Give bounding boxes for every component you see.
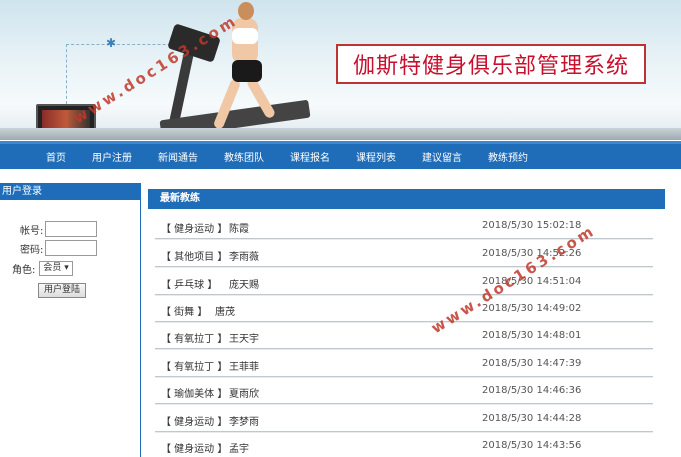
coach-name[interactable]: 王天宇 [229, 330, 259, 345]
coach-category: 【 健身运动 】 [161, 417, 228, 428]
role-row: 角色: 会员 ▾ [0, 261, 141, 276]
coach-row[interactable]: 【 健身运动 】 孟宇 2018/5/30 14:43:56 [155, 432, 653, 457]
password-row: 密码: [0, 240, 141, 256]
coach-name[interactable]: 王菲菲 [229, 358, 259, 373]
banner-floor [0, 128, 681, 140]
site-title: 伽斯特健身俱乐部管理系统 [352, 54, 629, 79]
banner-dashed-line-vertical [66, 44, 67, 104]
main-nav: 首页 用户注册 新闻通告 教练团队 课程报名 课程列表 建议留言 教练预约 [0, 141, 681, 169]
latest-coaches-header: 最新教练 [148, 189, 665, 209]
banner: ✱ 伽斯特健身俱乐部管理系统 [0, 0, 681, 140]
coach-date: 2018/5/30 14:49:02 [482, 303, 582, 314]
coach-date: 2018/5/30 14:48:01 [482, 330, 582, 341]
nav-item-course-signup[interactable]: 课程报名 [290, 149, 330, 164]
coach-row[interactable]: 【 瑜伽美体 】 夏雨欣 2018/5/30 14:46:36 [155, 377, 653, 404]
coach-name[interactable]: 李梦雨 [229, 413, 259, 428]
coach-category: 【 乒乓球 】 [161, 280, 218, 291]
latest-coaches-panel: 最新教练 【 健身运动 】 陈霞 2018/5/30 15:02:18 【 其他… [148, 189, 665, 457]
runner-head [238, 2, 254, 20]
role-label: 角色: [12, 265, 36, 276]
chevron-down-icon: ▾ [64, 263, 69, 273]
password-input[interactable] [45, 240, 98, 256]
treadmill-console [167, 23, 221, 63]
nav-item-home[interactable]: 首页 [46, 149, 66, 164]
coach-row[interactable]: 【 健身运动 】 李梦雨 2018/5/30 14:44:28 [155, 405, 653, 432]
coach-name[interactable]: 孟宇 [229, 440, 249, 455]
nav-item-news[interactable]: 新闻通告 [158, 149, 198, 164]
coach-date: 2018/5/30 15:02:18 [482, 220, 582, 231]
runner-top [232, 28, 258, 44]
coach-name[interactable]: 陈霞 [229, 220, 249, 235]
login-button[interactable]: 用户登陆 [38, 283, 86, 298]
coach-name[interactable]: 李雨薇 [229, 248, 259, 263]
coach-row[interactable]: 【 有氧拉丁 】 王天宇 2018/5/30 14:48:01 [155, 322, 653, 349]
account-label: 帐号: [20, 225, 44, 237]
password-label: 密码: [20, 244, 44, 256]
coach-row[interactable]: 【 其他项目 】 李雨薇 2018/5/30 14:52:26 [155, 240, 653, 267]
coach-date: 2018/5/30 14:46:36 [482, 385, 582, 396]
account-input[interactable] [45, 221, 98, 237]
coach-category: 【 瑜伽美体 】 [161, 389, 228, 400]
coach-row[interactable]: 【 有氧拉丁 】 王菲菲 2018/5/30 14:47:39 [155, 350, 653, 377]
coach-row[interactable]: 【 乒乓球 】 庞天赐 2018/5/30 14:51:04 [155, 268, 653, 295]
login-header: 用户登录 [0, 183, 140, 200]
role-selected-value: 会员 [43, 263, 62, 273]
coach-name[interactable]: 夏雨欣 [229, 385, 259, 400]
nav-item-coach-booking[interactable]: 教练预约 [488, 149, 528, 164]
coach-row[interactable]: 【 街舞 】 唐茂 2018/5/30 14:49:02 [155, 295, 653, 322]
role-select[interactable]: 会员 ▾ [39, 261, 74, 276]
coach-category: 【 其他项目 】 [161, 252, 228, 263]
coach-name[interactable]: 庞天赐 [229, 276, 259, 291]
coach-date: 2018/5/30 14:44:28 [482, 413, 582, 424]
coach-date: 2018/5/30 14:47:39 [482, 358, 582, 369]
coach-date: 2018/5/30 14:43:56 [482, 440, 582, 451]
coach-category: 【 有氧拉丁 】 [161, 362, 228, 373]
nav-item-coaches[interactable]: 教练团队 [224, 149, 264, 164]
site-title-box: 伽斯特健身俱乐部管理系统 [336, 44, 646, 84]
coach-date: 2018/5/30 14:51:04 [482, 276, 582, 287]
bluetooth-icon: ✱ [106, 36, 117, 50]
coach-category: 【 健身运动 】 [161, 444, 228, 455]
coach-category: 【 有氧拉丁 】 [161, 334, 228, 345]
coach-category: 【 健身运动 】 [161, 224, 228, 235]
coach-date: 2018/5/30 14:52:26 [482, 248, 582, 259]
account-row: 帐号: [0, 221, 141, 237]
nav-item-feedback[interactable]: 建议留言 [422, 149, 462, 164]
coach-name[interactable]: 唐茂 [215, 303, 235, 318]
coach-row[interactable]: 【 健身运动 】 陈霞 2018/5/30 15:02:18 [155, 212, 653, 239]
nav-item-course-list[interactable]: 课程列表 [356, 149, 396, 164]
nav-item-register[interactable]: 用户注册 [92, 149, 132, 164]
coach-category: 【 街舞 】 [161, 307, 208, 318]
runner-shorts [232, 60, 262, 82]
